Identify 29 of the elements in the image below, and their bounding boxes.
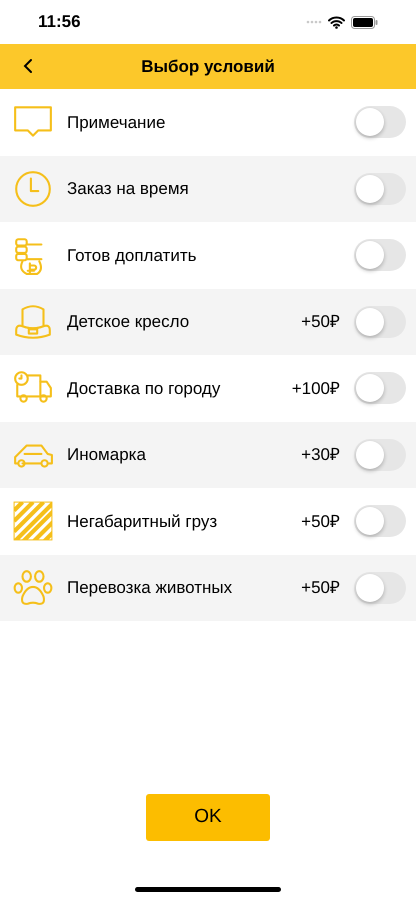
- option-price: +30₽: [301, 444, 340, 466]
- option-label: Заказ на время: [67, 178, 190, 200]
- toggle-switch[interactable]: [354, 438, 406, 471]
- option-label: Доставка по городу: [67, 378, 222, 400]
- striped-square-icon: [12, 500, 54, 542]
- wifi-icon: [328, 16, 345, 28]
- chevron-left-icon: [23, 58, 33, 74]
- option-label: Иномарка: [67, 444, 147, 466]
- battery-icon: [351, 16, 378, 28]
- option-label: Перевозка животных: [67, 577, 234, 599]
- toggle-switch[interactable]: [354, 239, 406, 272]
- option-price: +50₽: [301, 311, 340, 333]
- option-price: +50₽: [301, 577, 340, 599]
- option-price: +100₽: [292, 378, 340, 400]
- toggle-switch[interactable]: [354, 505, 406, 538]
- status-time: 11:56: [38, 11, 81, 34]
- option-label: Детское кресло: [67, 311, 190, 333]
- option-label: Негабаритный груз: [67, 510, 218, 532]
- option-price: +50₽: [301, 510, 340, 532]
- ok-button[interactable]: OK: [146, 794, 270, 841]
- toggle-switch[interactable]: [354, 372, 406, 404]
- toggle-switch[interactable]: [354, 306, 406, 338]
- signal-icon: [306, 19, 322, 25]
- header-title: Выбор условий: [141, 56, 275, 78]
- toggle-switch[interactable]: [354, 572, 406, 604]
- option-label: Примечание: [67, 112, 166, 134]
- option-label: Готов доплатить: [67, 244, 198, 266]
- toggle-switch[interactable]: [354, 172, 406, 205]
- toggle-switch[interactable]: [354, 106, 406, 138]
